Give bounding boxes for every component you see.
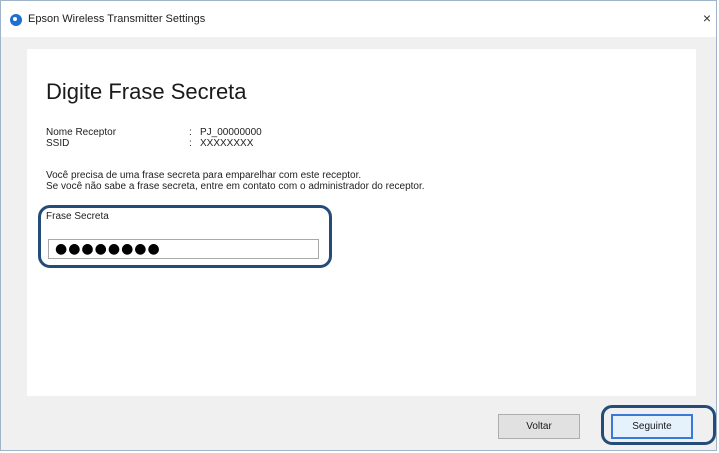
page-title: Digite Frase Secreta (46, 79, 247, 104)
back-button[interactable]: Voltar (498, 414, 580, 439)
passphrase-input[interactable]: ●●●●●●●● (48, 239, 319, 259)
window-title: Epson Wireless Transmitter Settings (28, 13, 206, 25)
next-button[interactable]: Seguinte (611, 414, 693, 439)
passphrase-label: Frase Secreta (46, 211, 109, 222)
ssid-value: XXXXXXXX (200, 138, 254, 149)
instruction-text: Você precisa de uma frase secreta para e… (46, 170, 362, 181)
ssid-colon: : (189, 138, 192, 149)
title-bar: Epson Wireless Transmitter Settings × (1, 1, 716, 37)
content-panel: Digite Frase Secreta Nome Receptor : PJ_… (27, 49, 696, 396)
app-icon (10, 14, 22, 26)
admin-contact-text: Se você não sabe a frase secreta, entre … (46, 181, 425, 192)
receiver-name-value: PJ_00000000 (200, 127, 262, 138)
receiver-name-colon: : (189, 127, 192, 138)
ssid-label: SSID (46, 138, 70, 149)
settings-window: Epson Wireless Transmitter Settings × Di… (0, 0, 717, 451)
receiver-name-label: Nome Receptor (46, 127, 117, 138)
close-icon[interactable]: × (700, 10, 714, 26)
